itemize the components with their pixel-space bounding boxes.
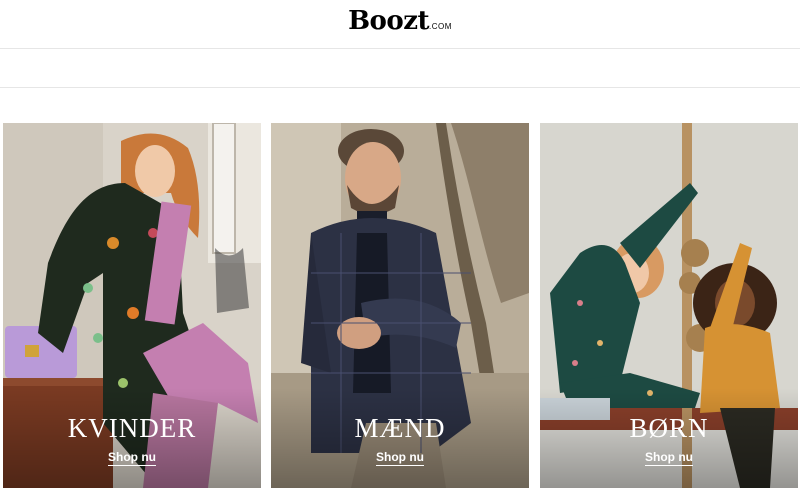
logo-suffix: .COM: [429, 22, 452, 31]
site-header: Boozt.COM: [0, 0, 800, 49]
category-card-boern[interactable]: BØRN Shop nu: [540, 123, 798, 488]
category-card-maend[interactable]: MÆND Shop nu: [271, 123, 529, 488]
logo-wordmark: Boozt: [348, 6, 430, 36]
maend-title: MÆND: [354, 413, 446, 443]
kvinder-shop-link[interactable]: Shop nu: [3, 448, 261, 466]
maend-shop-link[interactable]: Shop nu: [271, 448, 529, 466]
kvinder-shop-label: Shop nu: [108, 450, 156, 466]
kvinder-title: KVINDER: [67, 413, 197, 443]
navigation-bar: [0, 49, 800, 88]
boern-title: BØRN: [629, 413, 709, 443]
category-grid: KVINDER Shop nu MÆND Shop nu BØRN Shop n…: [0, 123, 800, 489]
category-card-kvinder[interactable]: KVINDER Shop nu: [3, 123, 261, 488]
boern-shop-link[interactable]: Shop nu: [540, 448, 798, 466]
boern-shop-label: Shop nu: [645, 450, 693, 466]
maend-shop-label: Shop nu: [376, 450, 424, 466]
boozt-logo[interactable]: Boozt.COM: [0, 6, 800, 36]
